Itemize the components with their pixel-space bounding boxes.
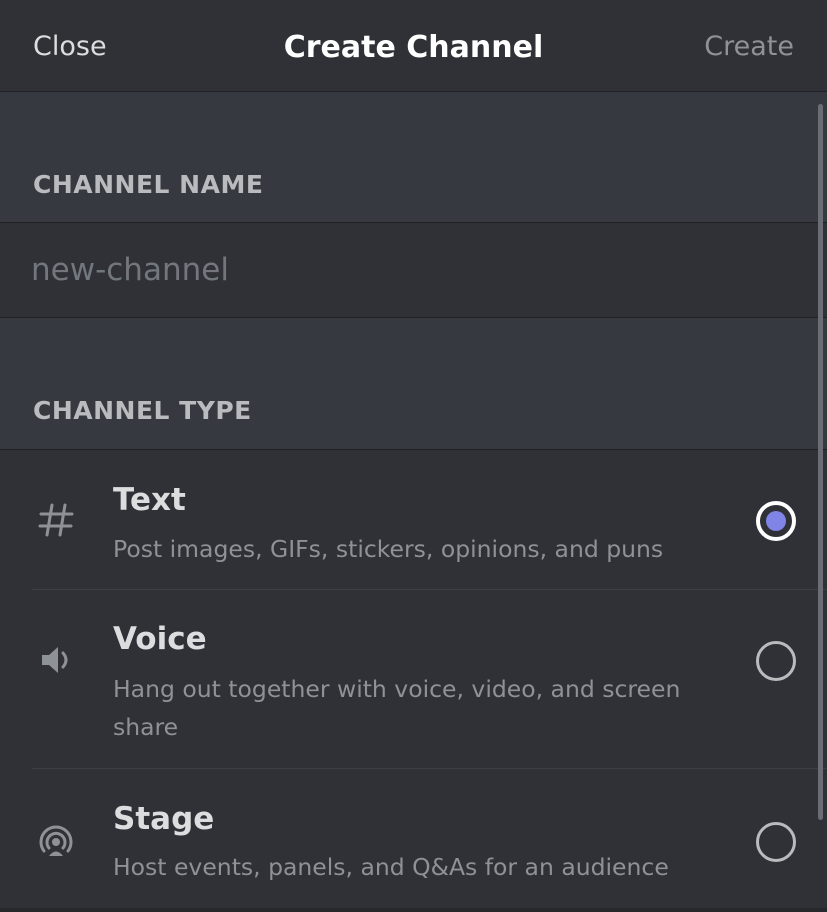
bottom-divider (0, 908, 827, 912)
radio-button-selected[interactable] (756, 501, 796, 541)
channel-type-option-voice[interactable]: Voice Hang out together with voice, vide… (0, 590, 827, 769)
stage-broadcast-icon (32, 817, 80, 865)
create-channel-screen: Close Create Channel Create CHANNEL NAME… (0, 0, 827, 912)
channel-type-label: CHANNEL TYPE (33, 396, 252, 425)
radio-button[interactable] (756, 641, 796, 681)
close-button[interactable]: Close (33, 31, 107, 62)
scrollbar[interactable] (818, 104, 823, 820)
channel-type-description: Post images, GIFs, stickers, opinions, a… (113, 535, 664, 563)
radio-button[interactable] (756, 822, 796, 862)
channel-name-section-header: CHANNEL NAME (0, 92, 827, 222)
channel-type-description: Hang out together with voice, video, and… (113, 675, 681, 741)
speaker-icon (32, 636, 80, 684)
channel-name-label: CHANNEL NAME (33, 170, 264, 199)
channel-type-name: Text (113, 482, 186, 518)
channel-type-name: Voice (113, 621, 207, 657)
channel-type-name: Stage (113, 801, 215, 837)
channel-type-description: Host events, panels, and Q&As for an aud… (113, 853, 669, 881)
channel-type-option-stage[interactable]: Stage Host events, panels, and Q&As for … (0, 769, 827, 911)
channel-type-list: Text Post images, GIFs, stickers, opinio… (0, 449, 827, 912)
channel-type-section-header: CHANNEL TYPE (0, 318, 827, 449)
channel-name-input[interactable] (31, 223, 791, 317)
page-title: Create Channel (283, 30, 544, 65)
hash-icon (32, 496, 80, 544)
header-bar: Close Create Channel Create (0, 0, 827, 92)
channel-name-row (0, 222, 827, 318)
channel-type-option-text[interactable]: Text Post images, GIFs, stickers, opinio… (0, 450, 827, 590)
create-button[interactable]: Create (704, 31, 794, 62)
